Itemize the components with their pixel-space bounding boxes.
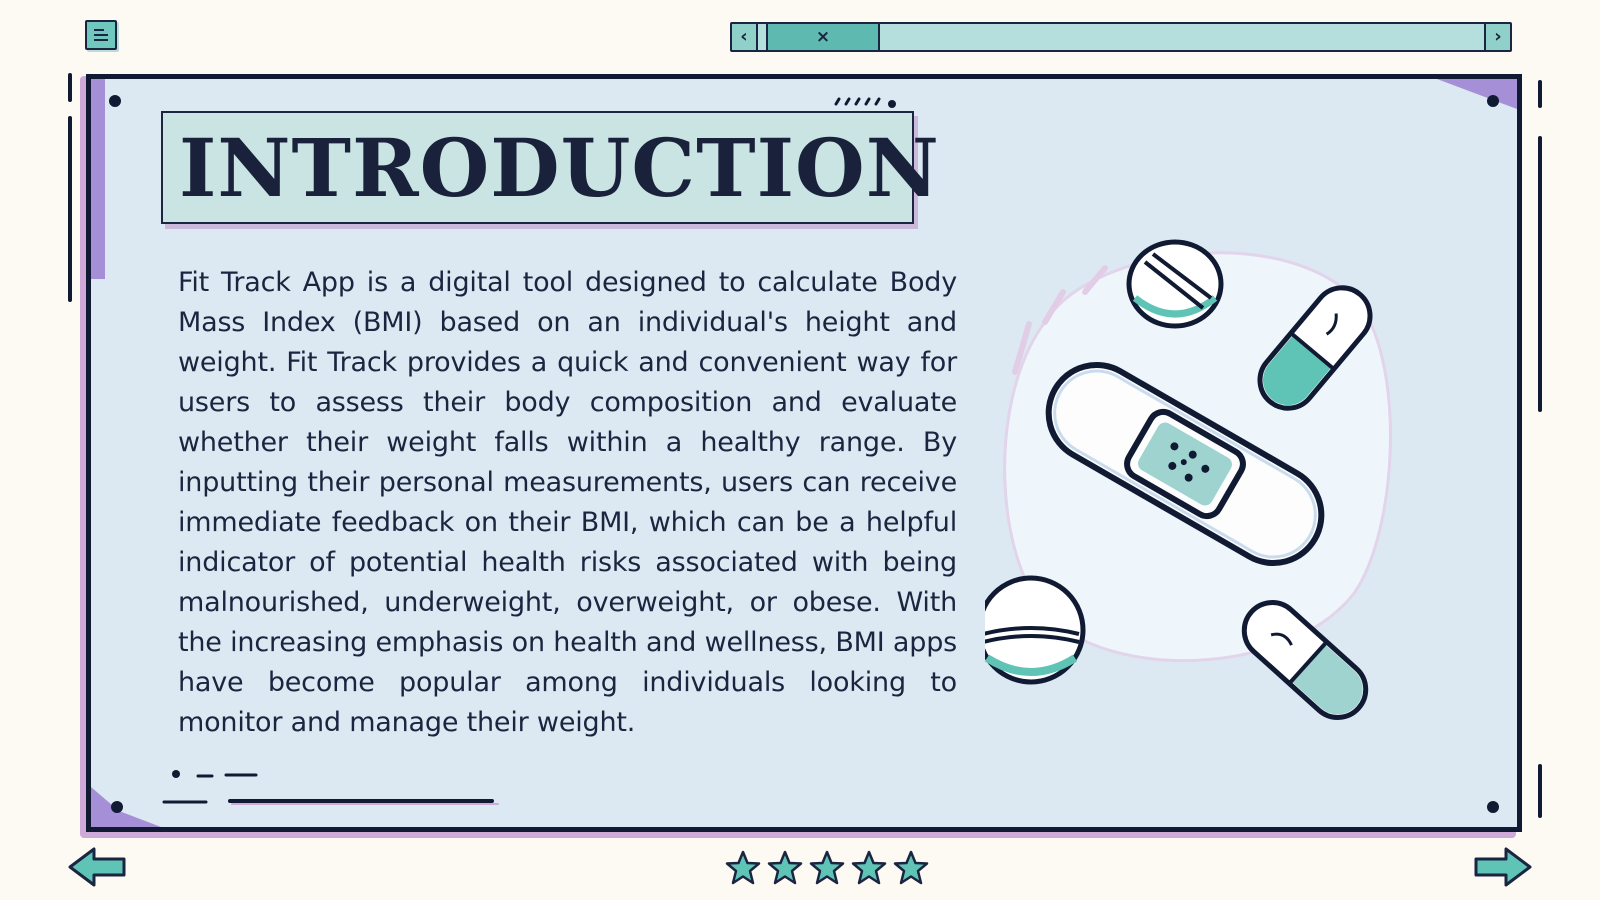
star-icon[interactable] [850, 850, 888, 886]
star-icon[interactable] [724, 850, 762, 886]
star-icon[interactable] [808, 850, 846, 886]
menu-button[interactable] [85, 20, 117, 50]
scroll-left-button[interactable]: ‹ [732, 24, 758, 50]
pill-tablet-icon [985, 575, 1086, 685]
arrow-left-icon [68, 847, 126, 887]
right-edge-decoration [1538, 80, 1542, 818]
screw-dot [109, 95, 121, 107]
star-rating[interactable] [724, 850, 930, 886]
corner-accent [91, 787, 161, 827]
next-arrow-button[interactable] [1472, 845, 1534, 889]
medical-illustration [985, 239, 1392, 720]
screw-dot [111, 801, 123, 813]
star-icon[interactable] [892, 850, 930, 886]
page-title: INTRODUCTION [179, 121, 940, 215]
pill-tablet-icon [1126, 239, 1224, 329]
corner-accent [91, 79, 105, 279]
horizontal-scrollbar[interactable]: ‹ × › [730, 22, 1512, 52]
screw-dot [1487, 95, 1499, 107]
intro-paragraph: Fit Track App is a digital tool designed… [178, 267, 957, 738]
title-box: INTRODUCTION [161, 111, 939, 224]
screw-dot [1487, 801, 1499, 813]
left-edge-decoration [68, 73, 72, 302]
corner-accent [1437, 79, 1517, 109]
star-icon[interactable] [766, 850, 804, 886]
title-tick-decoration [834, 97, 896, 108]
arrow-right-icon [1474, 847, 1532, 887]
prev-arrow-button[interactable] [66, 845, 128, 889]
scroll-thumb[interactable]: × [766, 24, 880, 50]
scroll-right-button[interactable]: › [1484, 24, 1510, 50]
text-underline-decoration [162, 770, 499, 805]
